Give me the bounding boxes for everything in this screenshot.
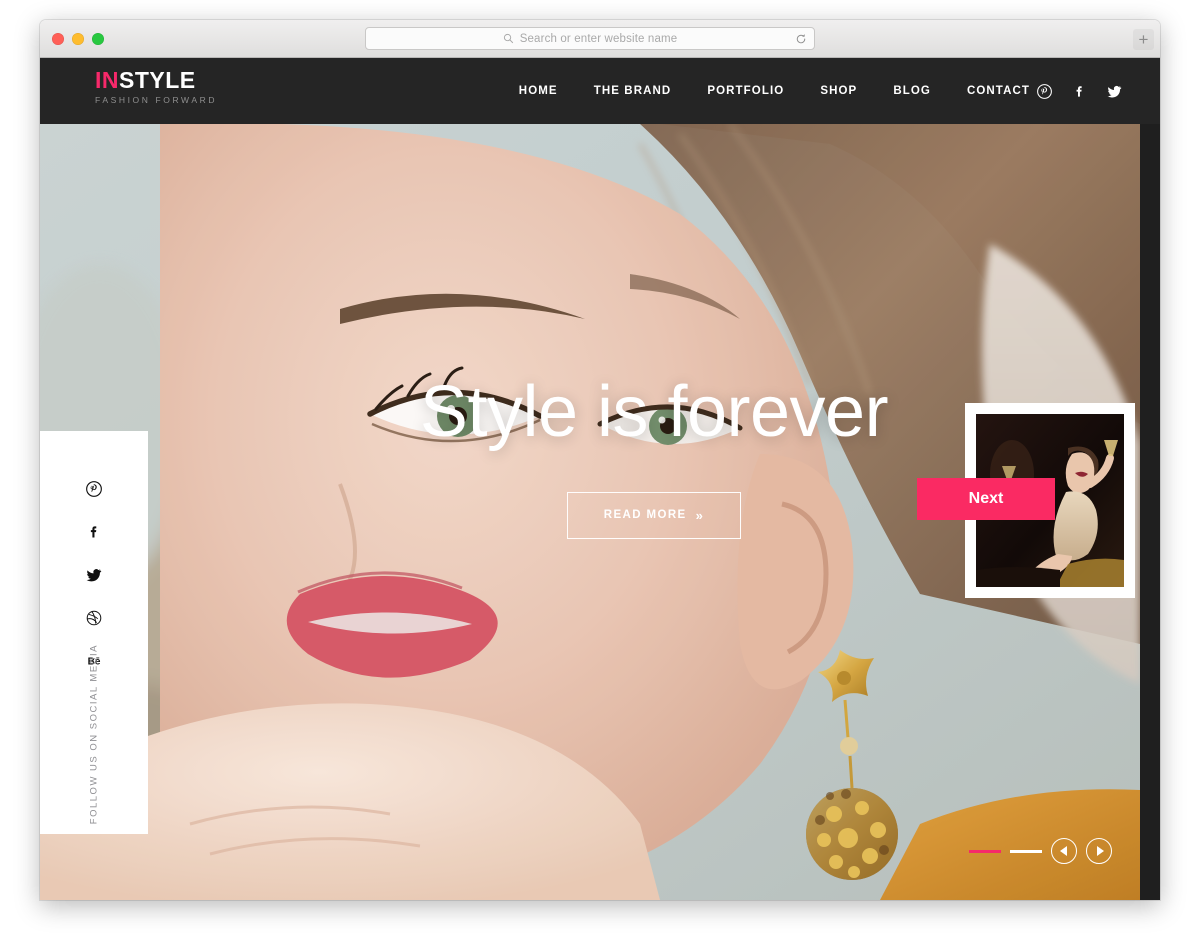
logo-rest: STYLE (119, 67, 196, 93)
next-slide-card[interactable]: Next (917, 403, 1135, 598)
twitter-icon[interactable] (86, 567, 102, 583)
facebook-icon[interactable] (1072, 84, 1087, 99)
pinterest-icon[interactable] (86, 481, 102, 497)
browser-window: Search or enter website name + INSTYLE F… (40, 20, 1160, 900)
nav-item-contact[interactable]: CONTACT (967, 85, 1030, 97)
nav-item-shop[interactable]: SHOP (820, 85, 857, 97)
maximize-window-button[interactable] (92, 33, 104, 45)
chevron-right-icon: » (695, 507, 705, 523)
new-tab-button[interactable]: + (1133, 29, 1154, 50)
pinterest-icon[interactable] (1037, 83, 1052, 99)
facebook-icon[interactable] (86, 524, 102, 540)
nav-item-portfolio[interactable]: PORTFOLIO (707, 85, 784, 97)
site-header: INSTYLE FASHION FORWARD HOME THE BRAND P… (40, 58, 1160, 124)
slider-dot-1[interactable] (969, 849, 1001, 853)
site-logo[interactable]: INSTYLE FASHION FORWARD (95, 68, 275, 105)
logo-text: INSTYLE (95, 68, 275, 92)
social-rail: Bē FOLLOW US ON SOCIAL MEDIA (40, 431, 148, 834)
next-slide-button[interactable] (1086, 838, 1112, 864)
chevron-right-icon (1096, 846, 1104, 856)
next-slide-badge[interactable]: Next (917, 478, 1055, 520)
logo-highlight: IN (95, 67, 119, 93)
nav-item-blog[interactable]: BLOG (893, 85, 931, 97)
main-navigation: HOME THE BRAND PORTFOLIO SHOP BLOG CONTA… (519, 58, 1030, 124)
chevron-left-icon (1060, 846, 1067, 856)
address-bar[interactable]: Search or enter website name (365, 27, 815, 50)
address-bar-placeholder: Search or enter website name (519, 32, 678, 45)
search-icon (503, 33, 513, 44)
dribbble-icon[interactable] (86, 610, 102, 626)
prev-slide-button[interactable] (1051, 838, 1077, 864)
close-window-button[interactable] (52, 33, 64, 45)
minimize-window-button[interactable] (72, 33, 84, 45)
logo-tagline: FASHION FORWARD (95, 95, 218, 106)
window-controls (52, 33, 104, 45)
read-more-button[interactable]: READ MORE » (566, 491, 742, 539)
slider-dot-2[interactable] (1010, 849, 1042, 853)
nav-item-the-brand[interactable]: THE BRAND (594, 85, 672, 97)
header-social-links (1037, 58, 1122, 124)
twitter-icon[interactable] (1107, 84, 1122, 99)
social-rail-icons: Bē (40, 481, 148, 669)
slider-controls (969, 838, 1112, 864)
page-viewport: INSTYLE FASHION FORWARD HOME THE BRAND P… (40, 58, 1160, 900)
hero-title: Style is forever (419, 371, 889, 452)
read-more-label: READ MORE (603, 509, 687, 521)
browser-titlebar: Search or enter website name + (40, 20, 1160, 58)
reload-icon[interactable] (795, 33, 807, 45)
nav-item-home[interactable]: HOME (519, 85, 558, 97)
social-rail-label: FOLLOW US ON SOCIAL MEDIA (88, 643, 100, 824)
